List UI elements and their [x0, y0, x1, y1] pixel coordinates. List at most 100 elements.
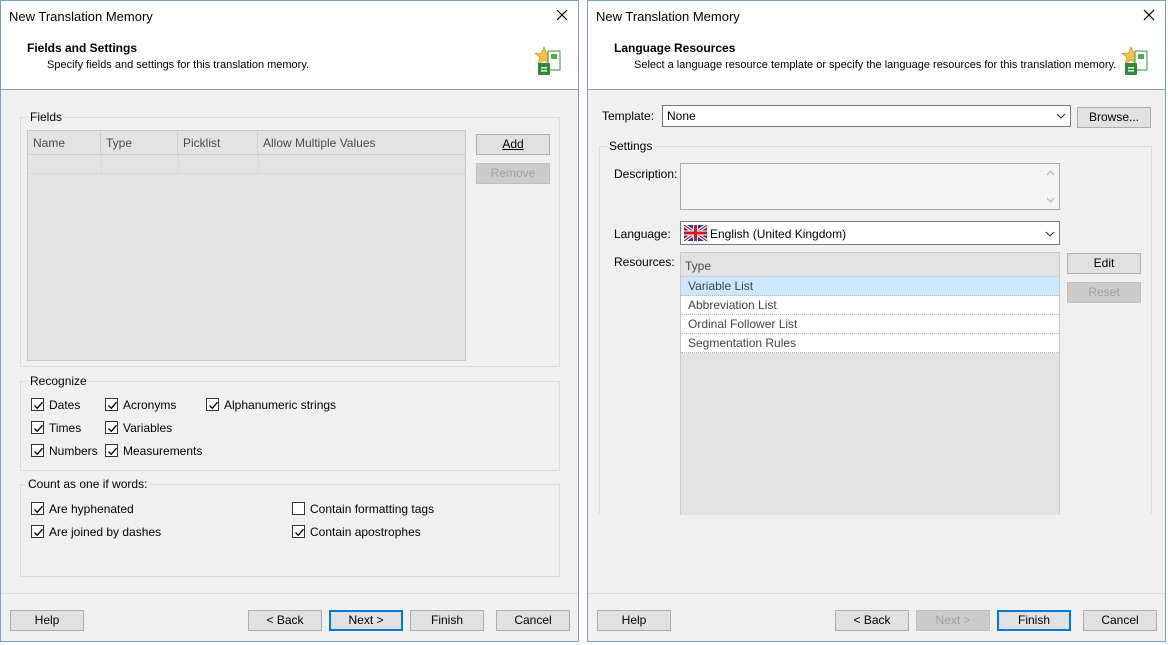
window-title: New Translation Memory — [596, 9, 740, 24]
column-header-name[interactable]: Name — [28, 131, 101, 155]
checkbox-box[interactable] — [292, 502, 305, 515]
finish-button[interactable]: Finish — [410, 610, 484, 631]
resource-name: Variable List — [688, 279, 754, 293]
title-bar: New Translation Memory — [1, 1, 578, 31]
translation-memory-icon — [1121, 46, 1148, 75]
close-button[interactable] — [1133, 1, 1165, 31]
column-header-label: Picklist — [183, 136, 221, 150]
table-row[interactable] — [28, 155, 465, 174]
back-button[interactable]: < Back — [248, 610, 322, 631]
template-dropdown[interactable]: None — [662, 105, 1071, 127]
checkbox-box[interactable] — [31, 421, 44, 434]
page-subtitle: Select a language resource template or s… — [634, 59, 1117, 71]
column-header-label: Allow Multiple Values — [263, 136, 376, 150]
scroll-up-icon[interactable] — [1046, 170, 1055, 176]
column-header-type: Type — [685, 259, 712, 273]
resources-table[interactable]: Type Variable List Abbreviation List Ord… — [680, 252, 1060, 515]
cancel-button[interactable]: Cancel — [496, 610, 570, 631]
next-button[interactable]: Next > — [916, 610, 990, 631]
template-value: None — [667, 109, 696, 123]
checkbox-label: Are hyphenated — [49, 502, 134, 516]
checkbox-label: Alphanumeric strings — [224, 398, 337, 412]
footer-divider — [588, 593, 1165, 594]
remove-field-button[interactable]: Remove — [476, 163, 550, 184]
checkbox-label: Measurements — [123, 444, 203, 458]
resource-name: Segmentation Rules — [688, 336, 797, 350]
resource-name: Ordinal Follower List — [688, 317, 798, 331]
window-title: New Translation Memory — [9, 9, 153, 24]
count-as-one-group-label: Count as one if words: — [26, 477, 150, 491]
fields-settings-dialog: New Translation Memory Fields and Settin… — [0, 0, 579, 642]
edit-resource-button[interactable]: Edit — [1067, 253, 1141, 274]
resources-table-header[interactable]: Type — [681, 253, 1059, 277]
page-subtitle: Specify fields and settings for this tra… — [47, 59, 310, 71]
check-icon — [108, 447, 117, 456]
checkbox-box[interactable] — [31, 525, 44, 538]
chevron-down-icon — [1045, 231, 1055, 237]
translation-memory-icon — [534, 46, 561, 75]
column-header-label: Type — [106, 136, 133, 150]
close-icon — [1143, 9, 1155, 21]
close-button[interactable] — [546, 1, 578, 31]
help-button[interactable]: Help — [597, 610, 671, 631]
checkbox-label: Acronyms — [123, 398, 177, 412]
browse-button[interactable]: Browse... — [1077, 107, 1151, 128]
checkbox-label: Contain apostrophes — [310, 525, 421, 539]
next-button[interactable]: Next > — [329, 610, 403, 631]
back-button[interactable]: < Back — [835, 610, 909, 631]
checkbox-box[interactable] — [206, 398, 219, 411]
language-dropdown[interactable]: English (United Kingdom) — [680, 221, 1060, 245]
title-bar: New Translation Memory — [588, 1, 1165, 31]
template-label: Template: — [602, 109, 655, 123]
checkbox-label: Contain formatting tags — [310, 502, 435, 516]
description-textarea[interactable] — [680, 163, 1060, 210]
checkbox-box[interactable] — [31, 502, 44, 515]
checkbox-label: Dates — [49, 398, 81, 412]
finish-button[interactable]: Finish — [997, 610, 1071, 631]
check-icon — [209, 401, 218, 410]
column-header-type[interactable]: Type — [101, 131, 178, 155]
checkbox-box[interactable] — [31, 398, 44, 411]
checkbox-box[interactable] — [105, 398, 118, 411]
resource-row[interactable]: Ordinal Follower List — [681, 315, 1059, 334]
checkbox-box[interactable] — [292, 525, 305, 538]
reset-resource-button[interactable]: Reset — [1067, 282, 1141, 303]
language-resources-dialog: New Translation Memory Language Resource… — [587, 0, 1166, 642]
resource-name: Abbreviation List — [688, 298, 777, 312]
checkbox-box[interactable] — [105, 421, 118, 434]
check-icon — [108, 424, 117, 433]
check-icon — [34, 447, 43, 456]
column-header-label: Name — [33, 136, 66, 150]
language-label: Language: — [614, 227, 671, 241]
column-header-allow-multiple[interactable]: Allow Multiple Values — [258, 131, 465, 155]
chevron-down-icon — [1056, 113, 1066, 119]
footer-divider — [1, 593, 578, 594]
recognize-group — [20, 381, 560, 471]
check-icon — [295, 528, 304, 537]
resource-row[interactable]: Segmentation Rules — [681, 334, 1059, 353]
resource-row[interactable]: Abbreviation List — [681, 296, 1059, 315]
fields-table[interactable]: Name Type Picklist Allow Multiple Values — [27, 130, 466, 361]
checkbox-label: Numbers — [49, 444, 98, 458]
wizard-header: Language Resources Select a language res… — [588, 31, 1165, 90]
cancel-button[interactable]: Cancel — [1083, 610, 1157, 631]
check-icon — [34, 505, 43, 514]
scroll-down-icon[interactable] — [1046, 197, 1055, 203]
close-icon — [556, 9, 568, 21]
column-header-picklist[interactable]: Picklist — [178, 131, 258, 155]
wizard-header: Fields and Settings Specify fields and s… — [1, 31, 578, 90]
resource-row-selected[interactable]: Variable List — [681, 277, 1059, 296]
checkbox-box[interactable] — [105, 444, 118, 457]
description-label: Description: — [614, 167, 678, 181]
check-icon — [108, 401, 117, 410]
page-title: Language Resources — [614, 41, 736, 55]
fields-group-label: Fields — [28, 110, 65, 124]
uk-flag-icon — [684, 225, 707, 241]
help-button[interactable]: Help — [10, 610, 84, 631]
checkbox-box[interactable] — [31, 444, 44, 457]
fields-table-header: Name Type Picklist Allow Multiple Values — [28, 131, 465, 155]
add-field-button[interactable]: Add — [476, 134, 550, 155]
check-icon — [34, 424, 43, 433]
settings-group-label: Settings — [607, 139, 655, 153]
page-title: Fields and Settings — [27, 41, 138, 55]
